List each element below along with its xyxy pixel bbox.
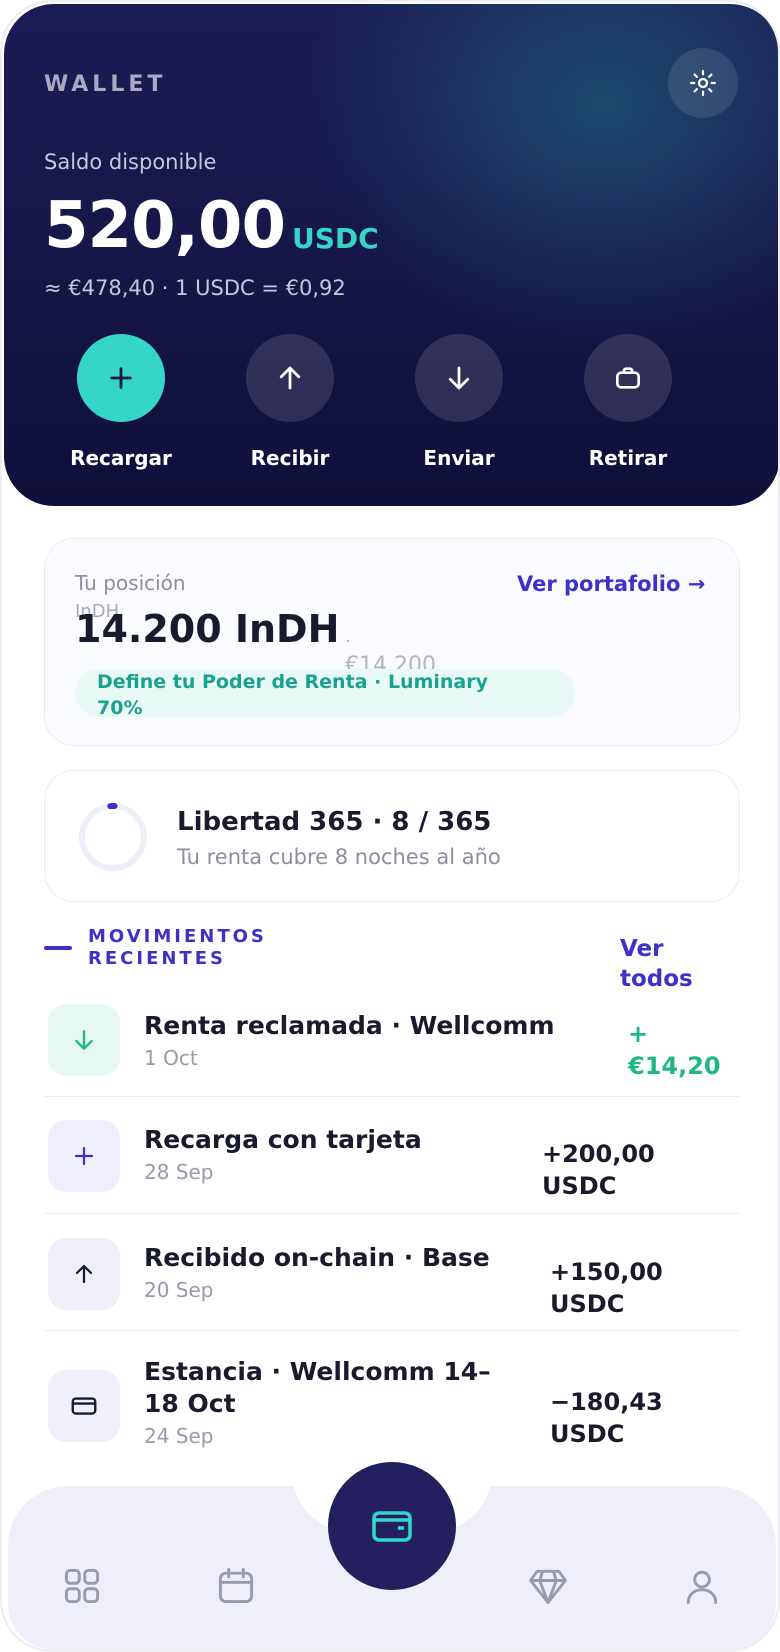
divider xyxy=(44,1096,740,1097)
position-label: Tu posición xyxy=(75,571,186,595)
arrow-down-icon xyxy=(448,366,470,390)
phone-screen: WALLET Saldo disponible 520,00 USDC ≈ €4… xyxy=(0,0,780,1652)
card-icon xyxy=(71,1397,97,1415)
libertad-subtitle: Tu renta cubre 8 noches al año xyxy=(177,845,501,869)
divider xyxy=(44,1213,740,1214)
wallet-header: WALLET Saldo disponible 520,00 USDC ≈ €4… xyxy=(4,4,778,506)
recibir-label: Recibir xyxy=(250,446,330,470)
arrow-down-icon xyxy=(75,1030,93,1050)
tx-amount: + €14,20 xyxy=(628,1020,721,1080)
enviar-label: Enviar xyxy=(423,446,495,470)
tx-date: 28 Sep xyxy=(144,1160,214,1184)
tx-amount: +200,00 USDC xyxy=(542,1140,655,1200)
wallet-icon xyxy=(372,1511,412,1542)
arrow-up-icon xyxy=(75,1264,93,1284)
progress-ring xyxy=(79,803,147,871)
user-icon xyxy=(686,1570,718,1604)
poder-renta-label: Define tu Poder de Renta · Luminary 70% xyxy=(97,671,488,719)
nav-calendar-button[interactable] xyxy=(212,1562,260,1610)
retirar-circle[interactable] xyxy=(584,334,672,422)
nav-benefits-button[interactable] xyxy=(524,1562,572,1610)
ver-todos-link[interactable]: Ver todos xyxy=(620,934,720,994)
arrow-up-icon xyxy=(279,366,301,390)
balance-currency: USDC xyxy=(292,222,379,255)
calendar-icon xyxy=(218,1568,254,1604)
recibir-circle[interactable] xyxy=(246,334,334,422)
page-title: WALLET xyxy=(44,72,167,97)
tx-icon-box xyxy=(48,1004,120,1076)
recargar-label: Recargar xyxy=(70,446,172,470)
tx-date: 24 Sep xyxy=(144,1424,214,1448)
tx-date: 20 Sep xyxy=(144,1278,214,1302)
libertad-card[interactable]: Libertad 365 · 8 / 365 Tu renta cubre 8 … xyxy=(44,770,740,902)
tx-amount: −180,43 USDC xyxy=(550,1388,663,1448)
position-card: Tu posición InDH 14.200 InDH · €14.200 V… xyxy=(44,538,740,746)
tx-icon-box xyxy=(48,1370,120,1442)
enviar-circle[interactable] xyxy=(415,334,503,422)
grid-icon xyxy=(64,1568,100,1604)
list-item[interactable]: Renta reclamada · Wellcomm 1 Oct + €14,2… xyxy=(44,1004,740,1100)
briefcase-icon xyxy=(616,367,640,389)
retirar-label: Retirar xyxy=(588,446,668,470)
balance-label: Saldo disponible xyxy=(44,150,217,174)
nav-profile-button[interactable] xyxy=(678,1562,726,1610)
libertad-title: Libertad 365 · 8 / 365 xyxy=(177,807,492,837)
position-value: 14.200 InDH xyxy=(75,607,340,651)
exchange-rate: ≈ €478,40 · 1 USDC = €0,92 xyxy=(44,276,346,300)
gear-icon xyxy=(690,70,716,96)
nav-home-button[interactable] xyxy=(58,1562,106,1610)
list-item[interactable]: Estancia · Wellcomm 14–18 Oct 24 Sep −18… xyxy=(44,1356,740,1466)
ver-portafolio-link[interactable]: Ver portafolio → xyxy=(517,569,717,599)
balance-amount: 520,00 xyxy=(44,189,286,263)
tx-name: Estancia · Wellcomm 14–18 Oct xyxy=(144,1357,491,1418)
tx-icon-box xyxy=(48,1238,120,1310)
recargar-circle[interactable] xyxy=(77,334,165,422)
list-item[interactable]: Recarga con tarjeta 28 Sep +200,00 USDC xyxy=(44,1120,740,1216)
enviar-button[interactable]: Enviar xyxy=(374,334,544,470)
list-item[interactable]: Recibido on-chain · Base 20 Sep +150,00 … xyxy=(44,1238,740,1334)
divider xyxy=(44,1330,740,1331)
nav-wallet-button[interactable] xyxy=(328,1462,456,1590)
diamond-icon xyxy=(529,1569,567,1604)
recibir-button[interactable]: Recibir xyxy=(205,334,375,470)
retirar-button[interactable]: Retirar xyxy=(543,334,713,470)
tx-date: 1 Oct xyxy=(144,1046,198,1070)
position-separator: · xyxy=(345,631,351,652)
section-accent-bar xyxy=(44,946,72,950)
tx-name: Recarga con tarjeta xyxy=(144,1125,422,1154)
settings-button[interactable] xyxy=(668,48,738,118)
tx-amount: +150,00 USDC xyxy=(550,1258,663,1318)
movements-title: MOVIMIENTOS RECIENTES xyxy=(88,926,267,969)
tx-name: Renta reclamada · Wellcomm xyxy=(144,1011,555,1040)
recargar-button[interactable]: Recargar xyxy=(36,334,206,470)
tx-icon-box xyxy=(48,1120,120,1192)
plus-icon xyxy=(74,1146,94,1166)
tx-name: Recibido on-chain · Base xyxy=(144,1243,490,1272)
plus-icon xyxy=(110,367,132,389)
